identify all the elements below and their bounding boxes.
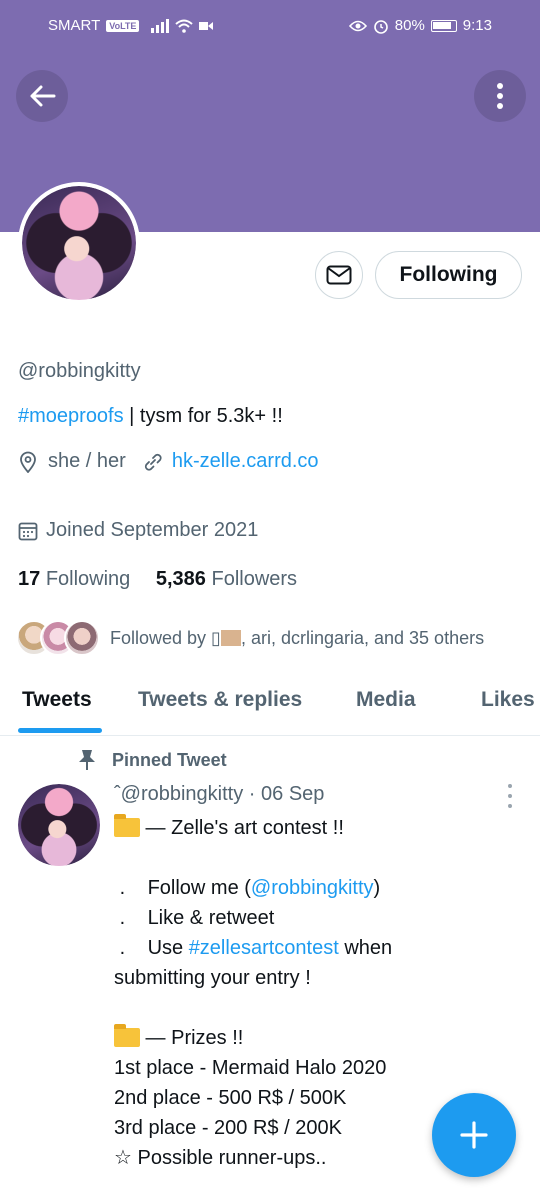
- profile-meta: she / her hk-zelle.carrd.co: [18, 450, 319, 473]
- eye-icon: [348, 20, 367, 31]
- pronouns: she / her: [48, 450, 126, 472]
- followers-count-link[interactable]: 5,386 Followers: [156, 568, 297, 590]
- volte-badge: VoLTE: [106, 19, 140, 32]
- followed-by-names: , ari, dcrlingaria, and 35 others: [240, 627, 485, 648]
- pinned-label: Pinned Tweet: [78, 749, 227, 771]
- tweet-line: ): [373, 877, 381, 899]
- tab-tweets[interactable]: Tweets: [22, 688, 92, 712]
- tweet-line: 3rd place - 200 R$ / 200K: [114, 1117, 342, 1139]
- bullet: .: [119, 877, 126, 899]
- mail-icon: [326, 265, 352, 285]
- tweet-line: ☆ Possible runner-ups..: [114, 1147, 327, 1169]
- bio-hashtag-link[interactable]: #moeproofs: [18, 405, 124, 427]
- profile-tabs: Tweets Tweets & replies Media Likes: [0, 672, 540, 736]
- tweet-line: 1st place - Mermaid Halo 2020: [114, 1057, 387, 1079]
- tweet-line: submitting your entry !: [114, 967, 311, 989]
- website-link[interactable]: hk-zelle.carrd.co: [172, 450, 319, 473]
- folder-icon: [114, 814, 140, 837]
- back-button[interactable]: [16, 70, 68, 122]
- followed-by[interactable]: Followed by ▯ , ari, dcrlingaria, and 35 …: [16, 620, 484, 656]
- folder-icon: [114, 1024, 140, 1047]
- follow-counts: 17 Following 5,386 Followers: [18, 568, 297, 591]
- tweet-line: Follow me (: [147, 877, 251, 899]
- active-tab-indicator: [18, 728, 102, 733]
- clock: 9:13: [462, 17, 492, 34]
- bullet: .: [119, 937, 126, 959]
- carrier-label: SMART: [48, 17, 101, 34]
- video-icon: [199, 21, 214, 30]
- following-count-link[interactable]: 17 Following: [18, 568, 130, 590]
- following-button[interactable]: Following: [375, 251, 522, 299]
- battery-icon: [430, 19, 457, 32]
- pin-icon: [79, 750, 95, 770]
- tweet-line: Like & retweet: [147, 907, 275, 929]
- tweet-avatar[interactable]: [18, 784, 100, 866]
- profile-bio: #moeproofs | tysm for 5.3k+ !!: [18, 405, 283, 428]
- location-icon: [20, 451, 36, 473]
- tweet-line: — Zelle's art contest !!: [140, 817, 344, 839]
- bullet: .: [119, 907, 126, 929]
- tweet-more-button[interactable]: [500, 784, 520, 808]
- hashtag-link[interactable]: #zellesartcontest: [189, 937, 339, 959]
- following-count-label: Following: [45, 568, 131, 590]
- back-arrow-icon: [30, 85, 56, 107]
- wifi-icon: [175, 19, 194, 33]
- status-bar: SMART VoLTE 80% 9:13: [0, 0, 540, 54]
- tweet-line: when: [338, 937, 393, 959]
- joined-date: Joined September 2021: [18, 519, 258, 542]
- skin-tone-emoji: [220, 629, 241, 646]
- tab-likes[interactable]: Likes: [481, 688, 535, 712]
- more-options-button[interactable]: [474, 70, 526, 122]
- calendar-icon: [18, 522, 38, 540]
- tab-tweets-replies[interactable]: Tweets & replies: [138, 688, 302, 712]
- follower-avatar: [64, 620, 100, 656]
- message-button[interactable]: [315, 251, 363, 299]
- tweet-header[interactable]: ˆ@robbingkitty · 06 Sep: [114, 783, 324, 806]
- alarm-icon: [373, 19, 388, 34]
- plus-icon: [460, 1121, 488, 1149]
- compose-tweet-button[interactable]: [432, 1093, 516, 1177]
- more-vert-icon: [497, 83, 503, 109]
- followers-count: 5,386: [155, 568, 206, 590]
- followed-by-prefix: Followed by ▯: [110, 627, 221, 648]
- following-count: 17: [18, 568, 41, 590]
- profile-handle: @robbingkitty: [18, 360, 141, 382]
- pinned-text: Pinned Tweet: [112, 749, 227, 770]
- link-icon: [144, 453, 162, 471]
- joined-text: Joined September 2021: [46, 519, 259, 541]
- bio-text: | tysm for 5.3k+ !!: [123, 405, 283, 427]
- tweet-line: Use: [147, 937, 189, 959]
- signal-icon: [151, 18, 170, 33]
- tweet-line: 2nd place - 500 R$ / 500K: [114, 1087, 347, 1109]
- followers-count-label: Followers: [211, 568, 298, 590]
- battery-percent: 80%: [394, 17, 425, 34]
- profile-avatar[interactable]: [18, 182, 140, 304]
- mention-link[interactable]: @robbingkitty: [251, 877, 374, 899]
- tweet-line: — Prizes !!: [140, 1027, 244, 1049]
- tab-media[interactable]: Media: [356, 688, 416, 712]
